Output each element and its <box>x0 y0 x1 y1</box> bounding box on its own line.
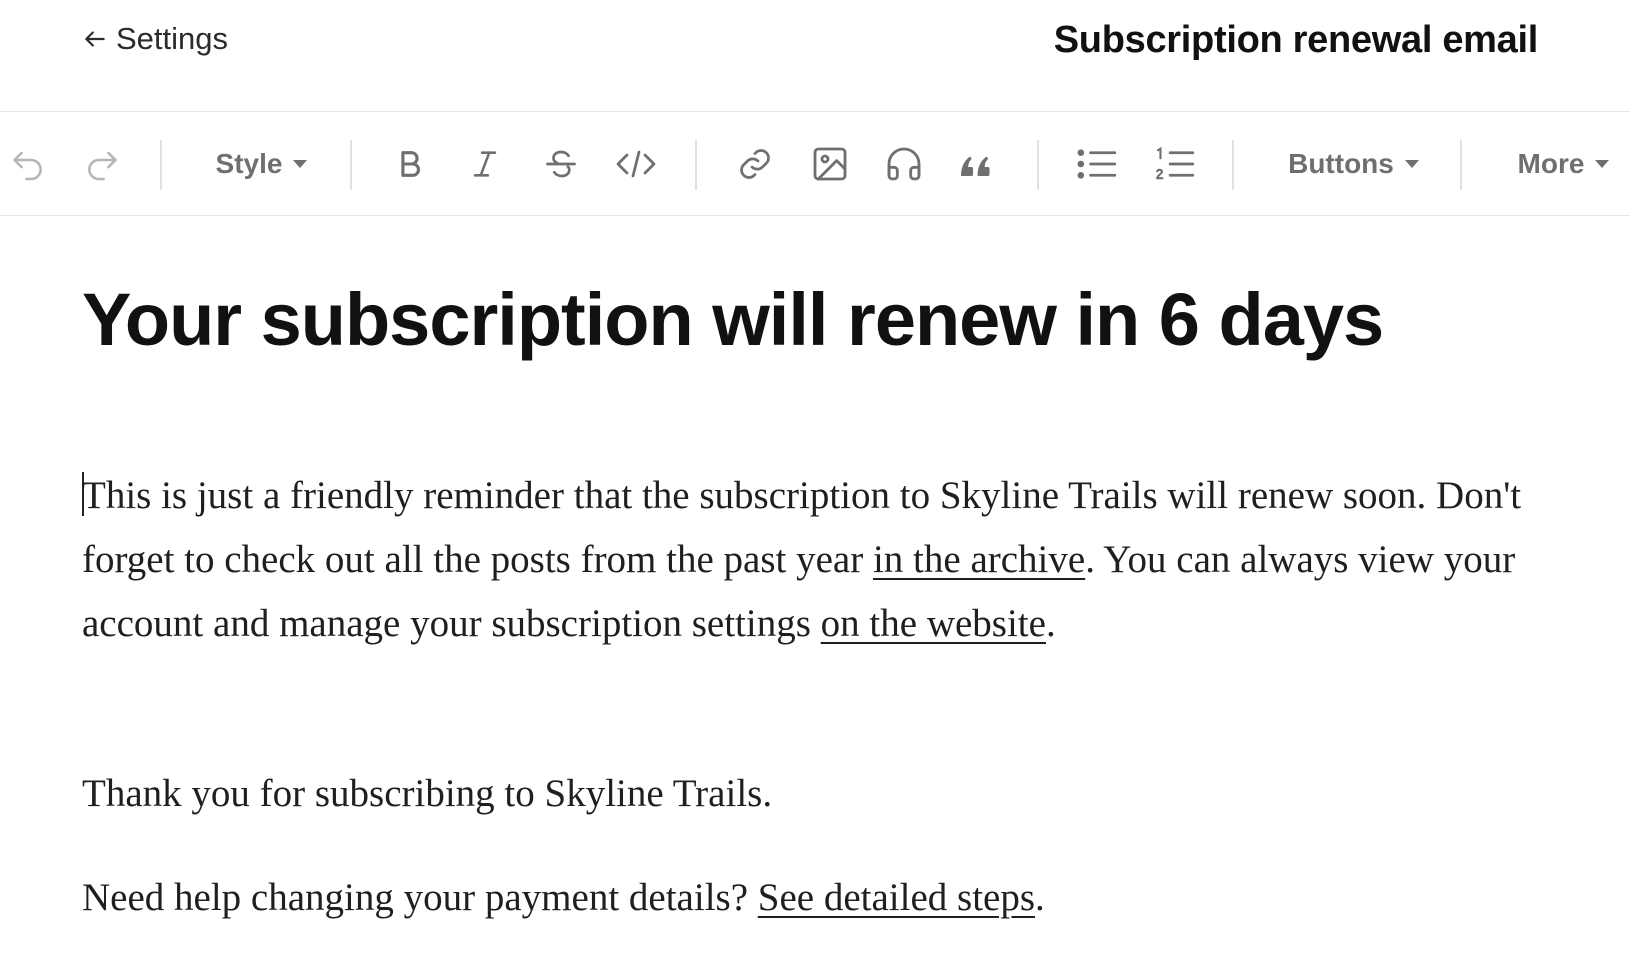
back-to-settings-link[interactable]: Settings <box>82 18 228 60</box>
paragraph-text: . <box>1045 602 1056 645</box>
toolbar-divider <box>1037 140 1039 190</box>
top-bar: Settings Subscription renewal email <box>0 0 1630 112</box>
bold-button[interactable] <box>390 138 430 190</box>
arrow-left-icon <box>82 26 108 52</box>
image-button[interactable] <box>808 138 852 190</box>
code-icon <box>614 146 658 182</box>
redo-button[interactable] <box>80 138 124 190</box>
toolbar-divider <box>1232 140 1234 190</box>
style-dropdown-label: Style <box>215 148 283 179</box>
link-icon <box>737 146 773 182</box>
toolbar-divider <box>160 140 162 190</box>
toolbar-divider <box>350 140 352 190</box>
strikethrough-icon <box>543 146 579 182</box>
archive-link[interactable]: in the archive <box>873 538 1085 581</box>
italic-button[interactable] <box>465 138 505 190</box>
toolbar-divider <box>695 140 697 190</box>
style-dropdown[interactable]: Style <box>210 138 314 190</box>
bold-icon <box>393 147 427 181</box>
undo-icon <box>9 145 47 183</box>
body-paragraph-reminder[interactable]: This is just a friendly reminder that th… <box>82 464 1532 656</box>
audio-button[interactable] <box>882 138 926 190</box>
toolbar-divider <box>1460 140 1462 190</box>
numbered-list-button[interactable] <box>1152 138 1198 190</box>
strikethrough-button[interactable] <box>540 138 582 190</box>
more-dropdown[interactable]: More <box>1512 138 1616 190</box>
more-dropdown-label: More <box>1517 148 1585 179</box>
undo-button[interactable] <box>6 138 50 190</box>
buttons-dropdown-label: Buttons <box>1288 148 1394 179</box>
quote-button[interactable] <box>956 138 996 190</box>
code-button[interactable] <box>612 138 660 190</box>
bullet-list-button[interactable] <box>1074 138 1120 190</box>
body-paragraph-help[interactable]: Need help changing your payment details?… <box>82 866 1532 930</box>
bullet-list-icon <box>1076 146 1118 182</box>
website-link[interactable]: on the website <box>821 602 1046 645</box>
editor-toolbar: Style Buttons More <box>0 112 1630 216</box>
quote-icon <box>958 149 994 179</box>
redo-icon <box>83 145 121 183</box>
buttons-dropdown[interactable]: Buttons <box>1284 138 1424 190</box>
numbered-list-icon <box>1154 146 1196 182</box>
italic-icon <box>468 147 502 181</box>
email-headline[interactable]: Your subscription will renew in 6 days <box>82 276 1384 364</box>
detailed-steps-link[interactable]: See detailed steps <box>758 876 1035 919</box>
back-link-label: Settings <box>116 21 229 56</box>
caret-down-icon <box>292 159 308 169</box>
paragraph-text: . <box>1035 876 1045 919</box>
headphones-icon <box>884 144 924 184</box>
caret-down-icon <box>1404 159 1420 169</box>
link-button[interactable] <box>735 138 775 190</box>
caret-down-icon <box>1594 159 1610 169</box>
body-paragraph-thanks[interactable]: Thank you for subscribing to Skyline Tra… <box>82 762 1532 826</box>
page-title: Subscription renewal email <box>1053 19 1539 61</box>
paragraph-text: Need help changing your payment details? <box>82 876 758 919</box>
image-icon <box>810 144 850 184</box>
